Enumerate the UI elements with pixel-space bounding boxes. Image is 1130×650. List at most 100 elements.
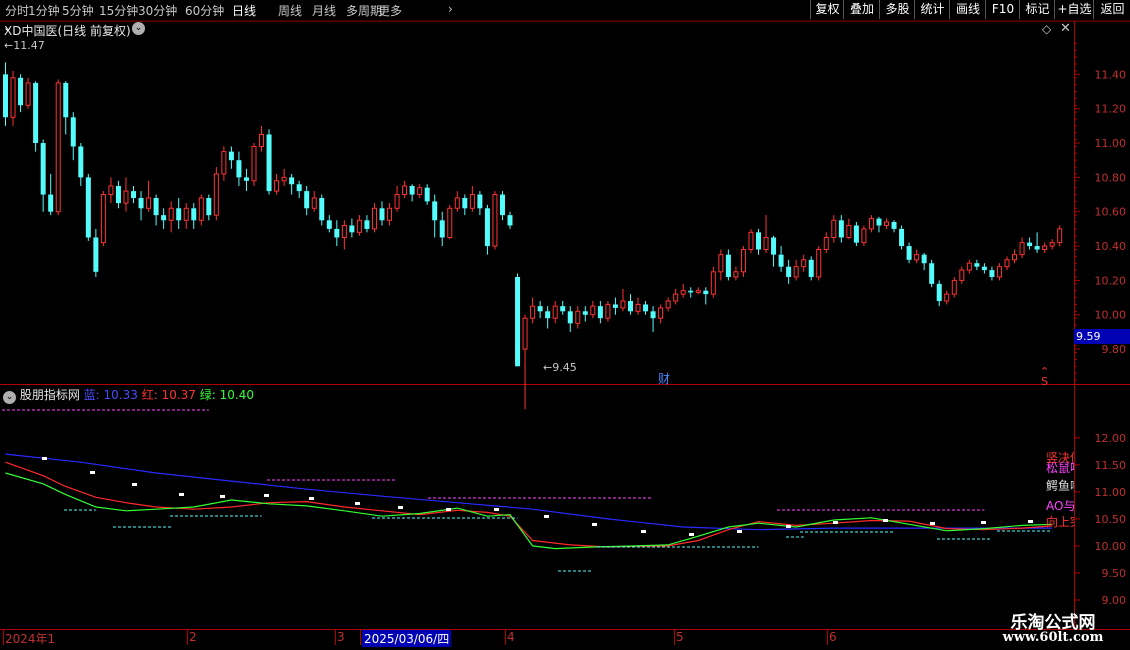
candle-body (560, 306, 566, 312)
y-tick-label: 11.40 (1095, 68, 1127, 81)
candle-body (936, 283, 942, 302)
candle-body (153, 197, 159, 216)
candle-body (394, 194, 400, 209)
signal-text-4: 向上突 (1046, 515, 1074, 529)
candle-body (387, 207, 393, 221)
candle-body (612, 304, 618, 308)
time-axis-tick (827, 630, 828, 645)
candle-body (695, 290, 701, 293)
signal-text-2: 鳄鱼嘴 (1046, 479, 1074, 493)
candle-body (921, 254, 927, 264)
candle-body (206, 197, 212, 216)
candle-body (906, 246, 912, 260)
y-tick-label: 10.40 (1095, 240, 1127, 253)
candle-body (364, 220, 370, 229)
candle-body (161, 215, 167, 221)
candle-body (605, 303, 611, 319)
candle-body (522, 317, 528, 350)
candle-body (25, 82, 31, 106)
y-tick-label: 11.00 (1095, 486, 1127, 499)
candle-body (515, 276, 521, 367)
candle-body (627, 301, 633, 312)
candle-body (597, 306, 603, 319)
time-axis-label-3: 2025/03/06/四 (362, 630, 452, 647)
red-value: 红: 10.37 (141, 388, 196, 402)
candle-body (274, 180, 280, 192)
candle-body (334, 228, 340, 238)
y-tick-label: 10.00 (1095, 309, 1127, 322)
candle-body (311, 197, 317, 209)
green-value: 绿: 10.40 (199, 388, 254, 402)
candle-body (213, 173, 219, 216)
time-axis-tick (505, 630, 506, 645)
diamond-icon[interactable]: ◇ (1042, 22, 1051, 36)
low-price-value: 9.45 (552, 361, 577, 374)
candle-body (319, 197, 325, 221)
watermark: 乐淘公式网 www.60lt.com (988, 606, 1118, 646)
indicator-marker (641, 530, 646, 533)
candle-body (816, 248, 822, 278)
candle-body (78, 146, 84, 178)
candle-body (801, 259, 807, 268)
candle-body (537, 306, 543, 312)
candle-body (131, 191, 137, 198)
close-icon[interactable]: ✕ (1060, 21, 1071, 36)
y-tick-label: 10.20 (1095, 274, 1127, 287)
candle-body (891, 222, 897, 229)
candle-body (221, 151, 227, 175)
candle-body (409, 185, 415, 195)
low-price-label: ←9.45 (543, 361, 577, 374)
y-tick-label: 10.50 (1095, 513, 1127, 526)
chevron-down-icon[interactable]: ⌄ (3, 391, 16, 404)
signal-text-3: AO与 (1046, 499, 1074, 513)
y-tick-label: 11.00 (1095, 137, 1127, 150)
chevron-down-icon[interactable]: ⌄ (132, 22, 145, 35)
candle-body (236, 160, 242, 178)
candle-body (304, 191, 310, 209)
candle-body (326, 220, 332, 229)
candle-body (665, 300, 671, 309)
candle-body (530, 305, 536, 319)
candle-body (108, 185, 114, 196)
y-tick-label: 9.50 (1102, 567, 1127, 580)
time-axis-label-4: 4 (507, 630, 515, 644)
candle-body (545, 311, 551, 319)
indicator-title: 股朋指标网 (19, 388, 80, 402)
candle-body (198, 197, 204, 221)
candle-body (756, 232, 761, 250)
candle-body (228, 151, 234, 161)
candle-body (861, 228, 867, 244)
candlestick-series (3, 62, 1063, 410)
candle-body (439, 220, 445, 238)
indicator-line-蓝 (5, 453, 1053, 531)
candle-body (349, 225, 355, 233)
candle-body (1012, 254, 1018, 261)
y-tick-label: 11.20 (1095, 103, 1127, 116)
indicator-marker (786, 525, 791, 528)
candle-body (3, 74, 8, 118)
indicator-marker (179, 493, 184, 496)
time-axis-label-2: 3 (337, 630, 345, 644)
candle-body (718, 254, 724, 273)
candle-body (55, 82, 61, 213)
candle-body (582, 311, 588, 315)
candle-body (243, 177, 249, 181)
candle-body (1004, 259, 1010, 268)
indicator-marker (90, 471, 95, 474)
candle-body (748, 231, 754, 250)
watermark-url: www.60lt.com (1002, 630, 1104, 645)
finance-marker[interactable]: 财 (658, 370, 670, 387)
candle-body (469, 194, 475, 209)
candle-body (48, 194, 54, 212)
candle-body (575, 310, 581, 324)
candle-body (831, 219, 837, 238)
indicator-marker (883, 519, 888, 522)
candle-body (296, 184, 302, 192)
candle-body (740, 248, 746, 273)
s-marker[interactable]: ⌃ S (1040, 366, 1049, 387)
candle-body (838, 220, 844, 238)
candle-body (281, 176, 287, 182)
candle-body (643, 304, 649, 312)
indicator-marker (42, 457, 47, 460)
indicator-marker (264, 494, 269, 497)
